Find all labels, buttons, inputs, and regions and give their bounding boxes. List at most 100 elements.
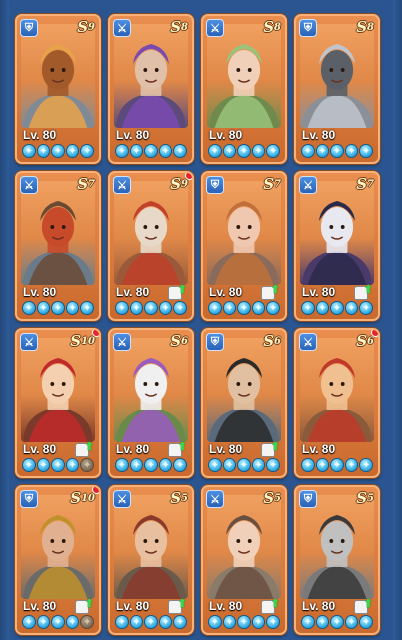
hero-card[interactable]: ⚔ S7 Lv. 80 ✦ ✦ ✦ ✦ ✦ [15, 171, 101, 321]
star-icon: ✦ [301, 615, 315, 629]
hero-card[interactable]: ⚔ S6 Lv. 80 ⬆ ✦ ✦ ✦ ✦ ✦ [108, 328, 194, 478]
shield-icon: ⛨ [206, 176, 224, 194]
upgrade-arrow-icon: ⬆ [363, 284, 373, 296]
rank-letter: S [170, 332, 182, 350]
rank-tier: 8 [181, 22, 188, 33]
star-icon: ✦ [251, 301, 266, 315]
star-icon: ✦ [129, 301, 144, 315]
star-icon: ✦ [36, 458, 51, 472]
rank-badge: S10 [70, 489, 95, 507]
hero-card[interactable]: ⚔ S5 Lv. 80 ⬆ ✦ ✦ ✦ ✦ ✦ [108, 485, 194, 635]
gear-upgrade-icon[interactable]: ⬆ [167, 440, 187, 458]
sword-icon: ⚔ [206, 490, 224, 508]
hero-art-icon [116, 201, 186, 285]
rank-badge: S7 [356, 175, 374, 193]
star-icon: ✦ [115, 301, 129, 315]
star-icon: ✦ [51, 301, 65, 315]
rank-tier: 5 [367, 493, 374, 504]
upgrade-arrow-icon: ⬆ [177, 598, 187, 610]
star-icon: ✦ [144, 144, 158, 158]
hero-portrait [114, 24, 188, 128]
gear-upgrade-icon[interactable]: ⬆ [353, 597, 373, 615]
rank-badge: S8 [263, 18, 281, 36]
star-icon: ✦ [330, 301, 344, 315]
hero-card[interactable]: ⚔ S6 Lv. 80 ✦ ✦ ✦ ✦ ✦ [294, 328, 380, 478]
star-icon: ✦ [208, 301, 222, 315]
hero-card[interactable]: ⛨ S6 Lv. 80 ⬆ ✦ ✦ ✦ ✦ ✦ [201, 328, 287, 478]
gear-upgrade-icon[interactable]: ⬆ [353, 283, 373, 301]
rank-letter: S [170, 175, 182, 193]
star-row: ✦ ✦ ✦ ✦ ✦ [301, 458, 373, 472]
hero-card[interactable]: ⚔ S5 Lv. 80 ⬆ ✦ ✦ ✦ ✦ ✦ [201, 485, 287, 635]
rank-letter: S [263, 18, 275, 36]
hero-portrait [114, 495, 188, 599]
hero-card[interactable]: ⛨ S7 Lv. 80 ⬆ ✦ ✦ ✦ ✦ ✦ [201, 171, 287, 321]
shield-icon: ⛨ [20, 19, 38, 37]
hero-level: Lv. 80 [23, 128, 57, 142]
rank-tier: 6 [181, 336, 188, 347]
star-icon: ✦ [51, 615, 65, 629]
star-row: ✦ ✦ ✦ ✦ ✦ [301, 615, 373, 629]
shield-icon: ⛨ [206, 333, 224, 351]
rank-tier: 10 [81, 493, 95, 504]
rank-tier: 5 [181, 493, 188, 504]
hero-card[interactable]: ⛨ S10 Lv. 80 ⬆ ✦ ✦ ✦ ✦ ✦ [15, 485, 101, 635]
hero-art-icon [302, 515, 372, 599]
star-row: ✦ ✦ ✦ ✦ ✦ [115, 144, 187, 158]
upgrade-arrow-icon: ⬆ [84, 598, 94, 610]
rank-badge: S7 [263, 175, 281, 193]
star-icon: ✦ [344, 615, 359, 629]
sword-icon: ⚔ [299, 176, 317, 194]
left-frame-strip [0, 0, 9, 640]
sword-icon: ⚔ [113, 490, 131, 508]
hero-card[interactable]: ⚔ S10 Lv. 80 ⬆ ✦ ✦ ✦ ✦ ✦ [15, 328, 101, 478]
gear-upgrade-icon[interactable]: ⬆ [74, 440, 94, 458]
hero-level: Lv. 80 [302, 442, 336, 456]
hero-card[interactable]: ⚔ S7 Lv. 80 ⬆ ✦ ✦ ✦ ✦ ✦ [294, 171, 380, 321]
hero-art-icon [116, 358, 186, 442]
star-icon: ✦ [266, 458, 280, 472]
hero-grid: ⛨ S9 Lv. 80 ✦ ✦ ✦ ✦ ✦ ⚔ S8 Lv. 80 ✦ ✦ ✦ ✦ ✦ ⚔ S8 Lv. 80 ✦ ✦ ✦… [15, 14, 380, 637]
hero-level: Lv. 80 [23, 599, 57, 613]
hero-level: Lv. 80 [116, 128, 150, 142]
star-row: ✦ ✦ ✦ ✦ ✦ [208, 301, 280, 315]
hero-art-icon [116, 44, 186, 128]
hero-portrait [300, 338, 374, 442]
hero-level: Lv. 80 [302, 285, 336, 299]
star-icon: ✦ [222, 615, 237, 629]
hero-art-icon [23, 515, 93, 599]
star-icon: ✦ [330, 144, 344, 158]
star-icon: ✦ [251, 615, 266, 629]
shield-icon: ⛨ [20, 490, 38, 508]
hero-card[interactable]: ⚔ S8 Lv. 80 ✦ ✦ ✦ ✦ ✦ [108, 14, 194, 164]
hero-card[interactable]: ⚔ S8 Lv. 80 ✦ ✦ ✦ ✦ ✦ [201, 14, 287, 164]
rank-letter: S [263, 175, 275, 193]
gear-upgrade-icon[interactable]: ⬆ [74, 597, 94, 615]
star-empty-icon: ✦ [80, 615, 94, 629]
rank-letter: S [356, 175, 368, 193]
star-row: ✦ ✦ ✦ ✦ ✦ [115, 301, 187, 315]
gear-upgrade-icon[interactable]: ⬆ [260, 440, 280, 458]
gear-upgrade-icon[interactable]: ⬆ [260, 283, 280, 301]
hero-card[interactable]: ⛨ S5 Lv. 80 ⬆ ✦ ✦ ✦ ✦ ✦ [294, 485, 380, 635]
rank-tier: 6 [367, 336, 374, 347]
gear-upgrade-icon[interactable]: ⬆ [167, 283, 187, 301]
hero-portrait [207, 495, 281, 599]
hero-art-icon [116, 515, 186, 599]
star-row: ✦ ✦ ✦ ✦ ✦ [115, 615, 187, 629]
star-empty-icon: ✦ [80, 458, 94, 472]
hero-card[interactable]: ⛨ S9 Lv. 80 ✦ ✦ ✦ ✦ ✦ [15, 14, 101, 164]
rank-letter: S [77, 18, 89, 36]
star-row: ✦ ✦ ✦ ✦ ✦ [22, 458, 94, 472]
hero-level: Lv. 80 [302, 599, 336, 613]
gear-upgrade-icon[interactable]: ⬆ [167, 597, 187, 615]
star-icon: ✦ [173, 144, 187, 158]
gear-upgrade-icon[interactable]: ⬆ [260, 597, 280, 615]
star-icon: ✦ [237, 615, 251, 629]
hero-card[interactable]: ⛨ S8 Lv. 80 ✦ ✦ ✦ ✦ ✦ [294, 14, 380, 164]
sword-icon: ⚔ [113, 176, 131, 194]
hero-art-icon [209, 515, 279, 599]
shield-icon: ⛨ [299, 490, 317, 508]
hero-card[interactable]: ⚔ S9 Lv. 80 ⬆ ✦ ✦ ✦ ✦ ✦ [108, 171, 194, 321]
upgrade-arrow-icon: ⬆ [270, 284, 280, 296]
